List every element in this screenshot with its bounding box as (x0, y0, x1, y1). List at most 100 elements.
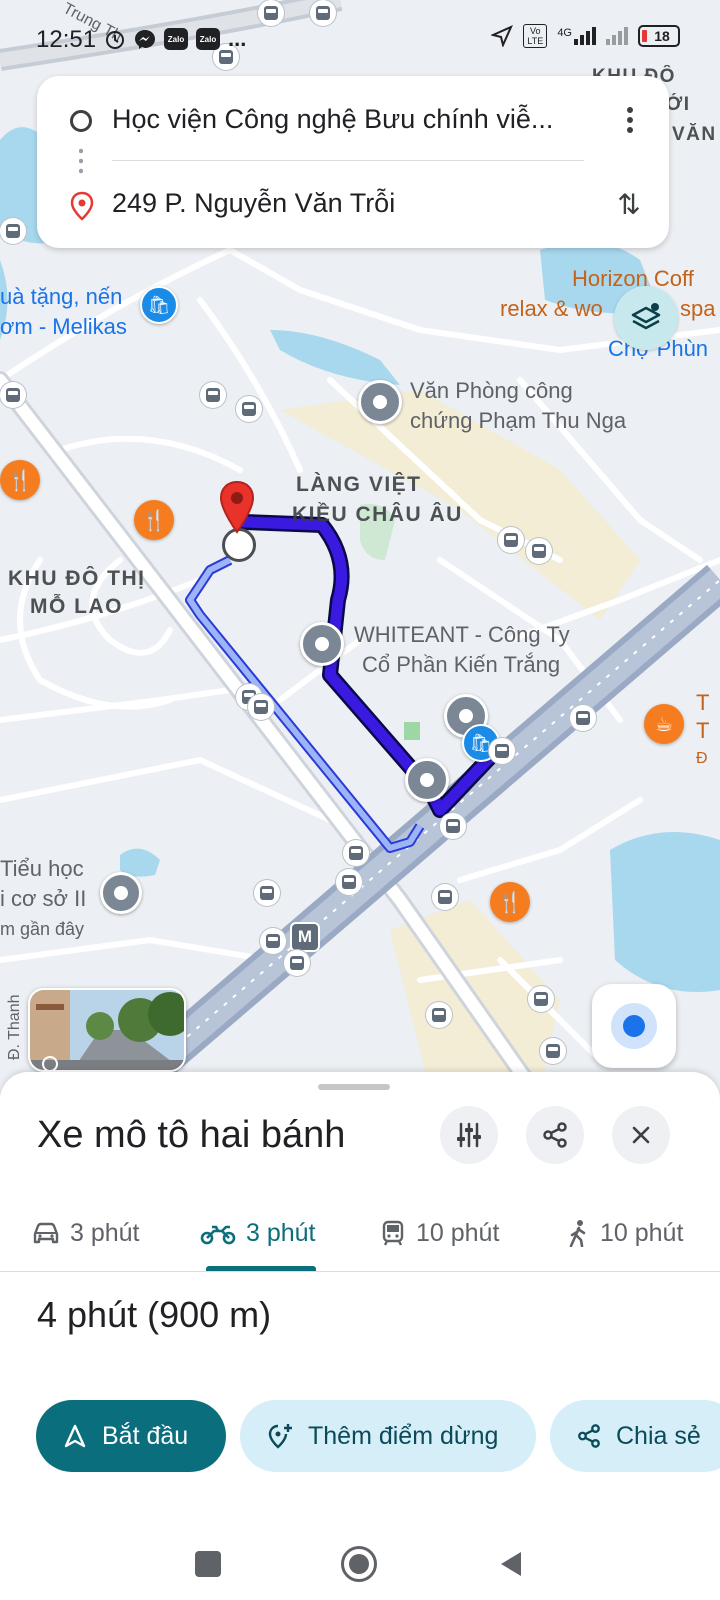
transit-icon (382, 1220, 404, 1246)
directions-sheet: Xe mô tô hai bánh 3 phút 3 phút 10 phút … (0, 1072, 720, 1600)
restaurant-icon[interactable]: 🍴 (0, 460, 40, 500)
label-khu-do-thi-2: MỖ LAO (30, 595, 123, 618)
status-bar: 12:51 Zalo Zalo ... Vo LTE 4G 18 (0, 0, 720, 76)
battery-level: 18 (654, 28, 670, 44)
share-route-button[interactable]: Chia sẻ (550, 1400, 720, 1472)
field-divider (112, 160, 584, 161)
tab-motorbike[interactable]: 3 phút (200, 1208, 316, 1258)
bus-stop-icon[interactable] (526, 538, 552, 564)
label-khu-do-top-2: ỚI (666, 94, 691, 115)
bus-stop-icon[interactable] (432, 884, 458, 910)
status-time: 12:51 (36, 26, 97, 53)
label-lang-viet-1: LÀNG VIỆT (296, 473, 422, 496)
swap-icon[interactable]: ⇅ (611, 184, 647, 224)
school-icon[interactable] (100, 872, 142, 914)
label-right-t3: Đ (696, 750, 708, 767)
tab-walking[interactable]: 10 phút (566, 1208, 683, 1258)
share-route-label: Chia sẻ (616, 1421, 701, 1450)
close-icon (632, 1126, 650, 1144)
layers-button[interactable] (614, 286, 678, 350)
travel-mode-tabs: 3 phút 3 phút 10 phút 10 phút (0, 1192, 720, 1272)
walk-icon (569, 1220, 586, 1247)
messenger-icon (135, 30, 155, 49)
label-melikas-1[interactable]: uà tặng, nến (0, 282, 122, 312)
bus-stop-icon[interactable] (498, 527, 524, 553)
start-button[interactable]: Bắt đầu (36, 1400, 226, 1472)
my-location-icon (623, 1015, 645, 1037)
label-tieu-hoc-3: m gần đây (0, 919, 85, 939)
destination-field[interactable]: 249 P. Nguyễn Văn Trỗi (112, 188, 395, 219)
origin-circle-icon (70, 110, 92, 132)
label-khu-do-top-3: VĂN (672, 124, 717, 145)
bus-stop-icon[interactable] (540, 1038, 566, 1064)
bus-stop-icon[interactable] (260, 928, 286, 954)
route-options-button[interactable] (440, 1106, 498, 1164)
zalo-icon: Zalo (164, 28, 188, 50)
poi-marker-2[interactable] (405, 758, 449, 802)
volte-icon: Vo LTE (523, 24, 548, 48)
label-van-phong-2[interactable]: chứng Phạm Thu Nga (410, 406, 626, 436)
label-whiteant-2[interactable]: Cổ Phần Kiến Trắng (362, 650, 560, 680)
back-button[interactable] (497, 1549, 525, 1579)
street-view-thumbnail[interactable] (28, 988, 186, 1072)
bus-stop-icon[interactable] (426, 1002, 452, 1028)
navigation-arrow-icon (64, 1424, 86, 1448)
bus-stop-icon[interactable] (248, 694, 274, 720)
label-horizon-3[interactable]: spa (680, 294, 715, 324)
street-view-image (30, 990, 184, 1070)
tab-driving[interactable]: 3 phút (32, 1208, 140, 1258)
origin-field[interactable]: Học viện Công nghệ Bưu chính viễ... (112, 104, 592, 135)
more-notifications: ... (228, 26, 247, 51)
close-button[interactable] (612, 1106, 670, 1164)
bus-stop-icon[interactable] (440, 813, 466, 839)
add-stop-button[interactable]: Thêm điểm dừng (240, 1400, 536, 1472)
route-connector-icon (79, 146, 83, 176)
street-label-left: Đ. Thanh (6, 994, 23, 1060)
bus-stop-icon[interactable] (343, 840, 369, 866)
restaurant-icon[interactable]: 🍴 (134, 500, 174, 540)
alarm-icon (106, 31, 124, 49)
car-icon (33, 1222, 59, 1244)
more-options-button[interactable] (615, 102, 645, 138)
battery-icon: 18 (638, 25, 680, 47)
home-button[interactable] (341, 1546, 377, 1582)
bus-stop-icon[interactable] (0, 218, 26, 244)
poi-marker-whiteant[interactable] (300, 622, 344, 666)
restaurant-icon[interactable]: 🍴 (490, 882, 530, 922)
tab-transit[interactable]: 10 phút (380, 1208, 499, 1258)
sheet-drag-handle[interactable] (318, 1084, 390, 1090)
metro-icon[interactable]: M (290, 922, 320, 952)
directions-card: Học viện Công nghệ Bưu chính viễ... 249 … (37, 76, 669, 248)
label-van-phong-1[interactable]: Văn Phòng công (410, 376, 573, 406)
bus-stop-icon[interactable] (254, 880, 280, 906)
shopping-bag-icon[interactable]: 🛍 (140, 286, 178, 324)
label-melikas-2[interactable]: ơm - Melikas (0, 312, 127, 342)
recents-button[interactable] (195, 1551, 221, 1577)
bus-stop-icon[interactable] (570, 705, 596, 731)
bus-stop-icon[interactable] (200, 382, 226, 408)
bus-stop-icon[interactable] (284, 950, 310, 976)
label-tieu-hoc-2[interactable]: i cơ sở II (0, 884, 86, 914)
share-icon (543, 1122, 567, 1148)
tab-driving-label: 3 phút (70, 1218, 140, 1247)
tab-motorbike-label: 3 phút (246, 1218, 316, 1247)
bus-stop-icon[interactable] (528, 986, 554, 1012)
label-whiteant-1[interactable]: WHITEANT - Công Ty (354, 620, 570, 650)
label-tieu-hoc-1[interactable]: Tiểu học (0, 854, 84, 884)
bus-stop-icon[interactable] (0, 382, 26, 408)
destination-pin-icon[interactable] (218, 480, 256, 536)
zalo-icon: Zalo (196, 28, 220, 50)
poi-marker-van-phong[interactable] (358, 380, 402, 424)
sliders-icon (457, 1122, 481, 1148)
label-horizon-2[interactable]: relax & wo (500, 294, 603, 324)
my-location-button[interactable] (592, 984, 676, 1068)
bus-stop-icon[interactable] (336, 869, 362, 895)
bus-stop-icon[interactable] (236, 396, 262, 422)
bus-stop-icon[interactable] (489, 738, 515, 764)
travel-mode-title: Xe mô tô hai bánh (37, 1114, 346, 1156)
coffee-icon[interactable]: ☕ (644, 704, 684, 744)
active-tab-indicator (206, 1266, 316, 1271)
share-button[interactable] (526, 1106, 584, 1164)
status-right: Vo LTE 4G 18 (491, 24, 680, 48)
layers-icon (631, 303, 661, 330)
